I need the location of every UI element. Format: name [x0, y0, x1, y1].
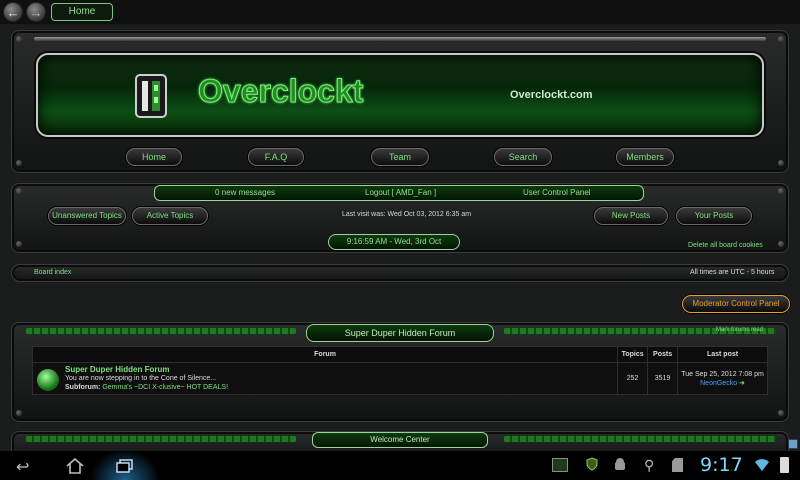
gallery-notification-icon[interactable]: [552, 458, 568, 472]
subforum-label: Subforum:: [65, 384, 101, 391]
rivet-icon: [778, 36, 784, 42]
nav-home-button[interactable]: Home: [126, 148, 182, 166]
forward-button[interactable]: →: [26, 2, 46, 22]
overclockt-logo-icon: [132, 73, 170, 119]
moderator-control-panel-button[interactable]: Moderator Control Panel: [682, 295, 790, 313]
back-button[interactable]: ←: [3, 2, 23, 22]
category-stripe-left: [26, 328, 296, 334]
next-category-stripe-left: [26, 436, 296, 442]
usb-icon[interactable]: ⚲: [644, 457, 654, 474]
rivet-icon: [778, 160, 784, 166]
nav-search-button[interactable]: Search: [494, 148, 552, 166]
timezone-text: All times are UTC - 5 hours: [690, 269, 775, 276]
new-posts-button[interactable]: New Posts: [594, 207, 668, 225]
home-tab[interactable]: Home: [51, 3, 113, 21]
last-visit-text: Last visit was: Wed Oct 03, 2012 6:35 am: [342, 211, 472, 218]
forum-status-icon: [37, 369, 59, 391]
unanswered-topics-button[interactable]: Unanswered Topics: [48, 207, 126, 225]
subforum-link[interactable]: Gemma's ~DCI X-clusive~ HOT DEALS!: [102, 384, 228, 391]
nav-faq-button[interactable]: F.A.Q: [248, 148, 304, 166]
mark-forums-read-link[interactable]: Mark forums read: [716, 327, 763, 333]
scroll-handle-icon[interactable]: [788, 439, 798, 449]
column-header-last-post: Last post: [677, 346, 768, 363]
next-category-stripe-right: [504, 436, 776, 442]
column-header-posts: Posts: [647, 346, 679, 363]
back-nav-icon[interactable]: ↩: [16, 457, 29, 477]
browser-toolbar: ← → Home: [0, 0, 800, 24]
column-header-forum: Forum: [31, 346, 619, 363]
rivet-icon: [778, 410, 784, 416]
site-url[interactable]: Overclockt.com: [510, 89, 593, 101]
posts-count: 3519: [647, 362, 679, 395]
rivet-icon: [16, 410, 22, 416]
forum-title-link[interactable]: Super Duper Hidden Forum: [65, 365, 617, 374]
rivet-icon: [16, 36, 22, 42]
forum-description: You are now stepping in to the Cone of S…: [65, 375, 217, 382]
rivet-icon: [16, 160, 22, 166]
go-to-last-post-icon[interactable]: ➜: [739, 380, 745, 387]
category-title[interactable]: Super Duper Hidden Forum: [306, 324, 494, 342]
header-divider: [34, 37, 766, 41]
topics-count: 252: [617, 362, 649, 395]
rivet-icon: [778, 241, 784, 247]
nav-members-button[interactable]: Members: [616, 148, 674, 166]
your-posts-button[interactable]: Your Posts: [676, 207, 752, 225]
rivet-icon: [778, 188, 784, 194]
rivet-icon: [16, 241, 22, 247]
column-header-topics: Topics: [617, 346, 649, 363]
recent-apps-icon[interactable]: [92, 451, 158, 480]
shield-icon[interactable]: [586, 457, 598, 476]
site-logo-text: Overclockt: [197, 73, 364, 110]
active-topics-button[interactable]: Active Topics: [132, 207, 208, 225]
last-post-date: Tue Sep 25, 2012 7:08 pm: [681, 370, 764, 378]
table-row: Super Duper Hidden Forum You are now ste…: [31, 362, 768, 395]
battery-icon[interactable]: [780, 457, 789, 473]
wifi-icon[interactable]: [754, 458, 770, 477]
logout-link[interactable]: Logout [ AMD_Fan ]: [365, 186, 436, 200]
next-category-title[interactable]: Welcome Center: [312, 432, 488, 448]
user-info-bar: 0 new messages Logout [ AMD_Fan ] User C…: [154, 185, 644, 201]
new-messages-link[interactable]: 0 new messages: [215, 186, 275, 200]
datetime-display: 9:16:59 AM - Wed, 3rd Oct: [328, 234, 460, 250]
forum-table: Forum Topics Posts Last post Super Duper…: [31, 346, 768, 395]
home-nav-icon[interactable]: [66, 457, 84, 479]
user-control-panel-link[interactable]: User Control Panel: [523, 186, 591, 200]
delete-cookies-link[interactable]: Delete all board cookies: [688, 242, 763, 249]
site-banner[interactable]: Overclockt Overclockt.com: [36, 53, 764, 137]
breadcrumb-bar: [11, 264, 789, 282]
android-debug-icon[interactable]: [613, 457, 627, 478]
system-clock[interactable]: 9:17: [700, 454, 743, 476]
last-post-user-link[interactable]: NeonGecko: [700, 380, 737, 387]
nav-team-button[interactable]: Team: [371, 148, 429, 166]
sd-card-icon[interactable]: [672, 458, 683, 472]
rivet-icon: [16, 188, 22, 194]
board-index-link[interactable]: Board index: [34, 269, 71, 276]
system-bar: ↩ ⚲ 9:17: [0, 451, 800, 480]
